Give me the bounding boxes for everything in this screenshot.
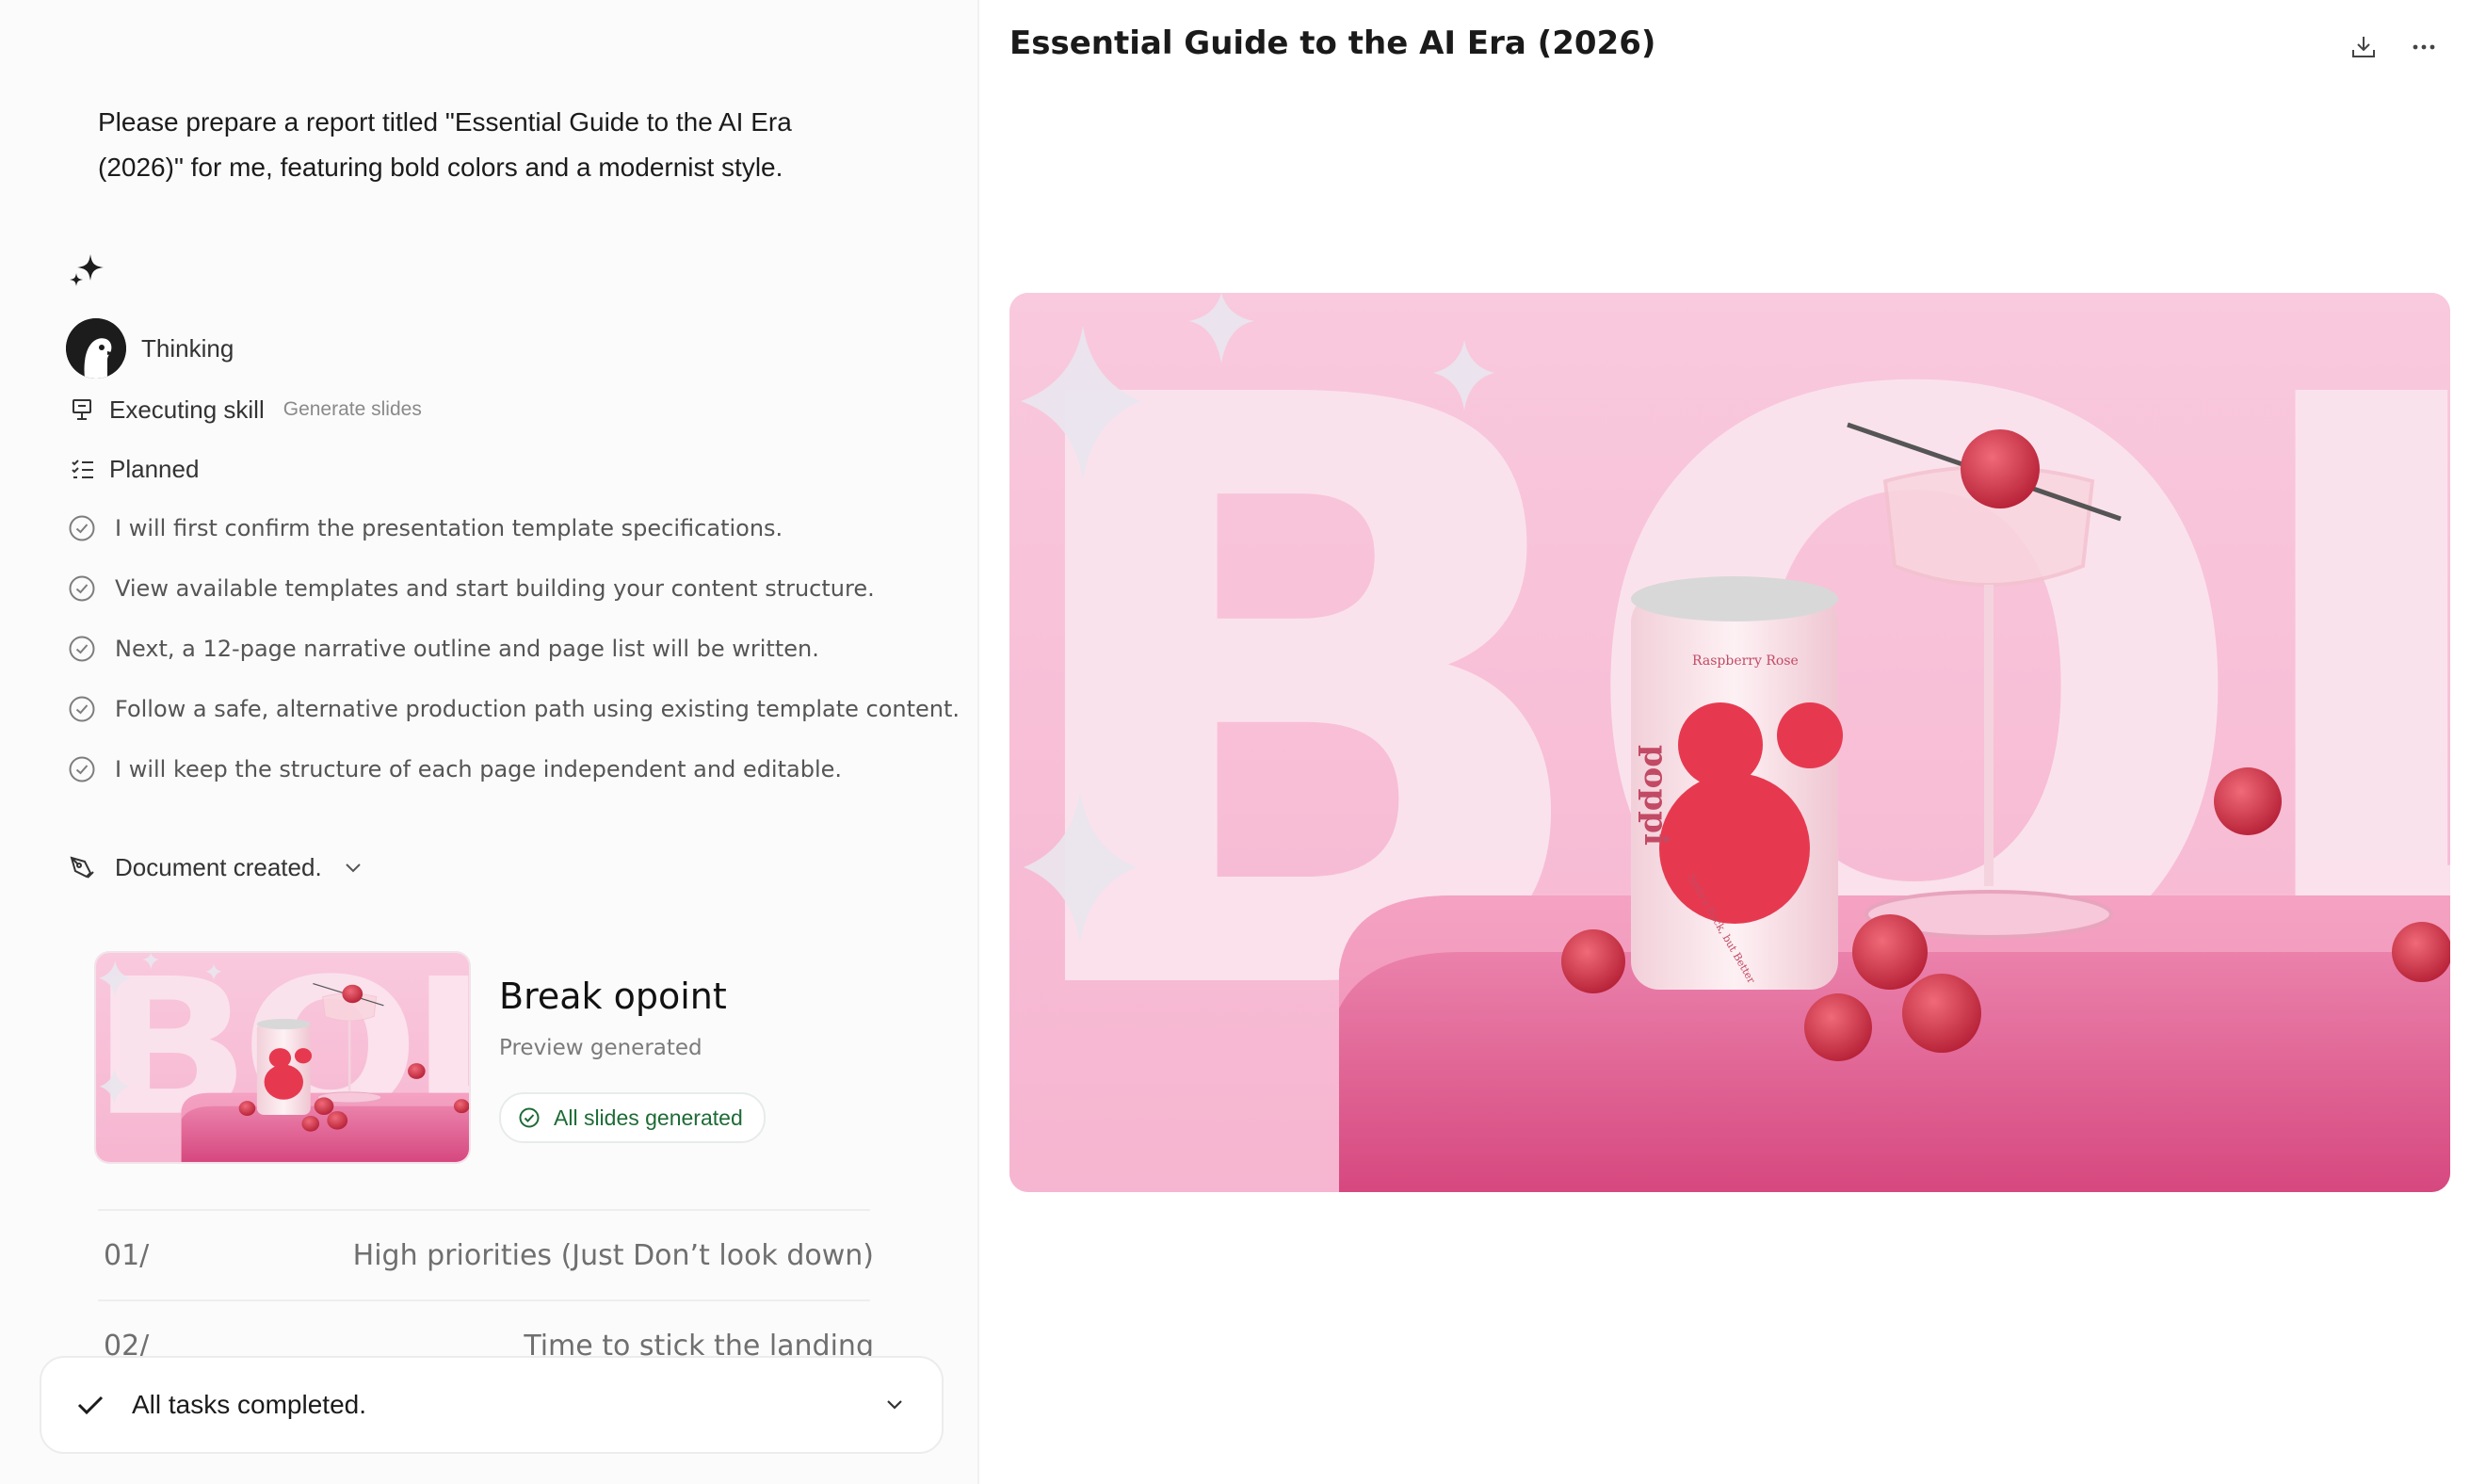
check-circle-icon — [69, 515, 95, 541]
check-circle-icon — [519, 1107, 540, 1128]
download-button[interactable] — [2341, 24, 2386, 70]
planned-row: Planned — [68, 454, 199, 484]
plan-item-text: I will keep the structure of each page i… — [115, 756, 843, 782]
checkmark-icon — [77, 1395, 104, 1415]
executing-skill-row: Executing skill Generate slides — [68, 395, 422, 425]
plan-item: I will first confirm the presentation te… — [68, 514, 783, 542]
plan-item: I will keep the structure of each page i… — [68, 755, 842, 783]
presentation-icon — [68, 395, 98, 425]
chevron-down-icon — [345, 863, 361, 872]
task-status-bar[interactable]: All tasks completed. — [40, 1356, 944, 1454]
divider — [98, 1209, 870, 1211]
plan-item-text: Next, a 12-page narrative outline and pa… — [115, 636, 819, 662]
executing-detail: Generate slides — [282, 398, 422, 420]
plan-item-text: I will first confirm the presentation te… — [115, 515, 783, 541]
plan-item: Next, a 12-page narrative outline and pa… — [68, 635, 819, 663]
planned-label: Planned — [109, 454, 200, 483]
thinking-row[interactable]: Thinking — [66, 318, 234, 379]
can-flavor: Raspberry Rose — [1692, 653, 1799, 669]
document-viewer: Essential Guide to the AI Era (2026) Ras… — [979, 0, 2486, 1484]
more-icon — [2413, 44, 2435, 50]
outline-title: High priorities (Just Don’t look down) — [352, 1239, 874, 1272]
document-created-toggle[interactable]: Document created. — [68, 853, 365, 882]
checklist-icon — [68, 454, 98, 484]
plan-item-text: View available templates and start build… — [115, 575, 875, 602]
plan-item: View available templates and start build… — [68, 574, 875, 603]
check-circle-icon — [69, 575, 95, 602]
more-options-button[interactable] — [2401, 24, 2446, 70]
slide-artwork: BOLD — [1009, 293, 2450, 1192]
thinking-label: Thinking — [141, 333, 234, 363]
outline-number: 01/ — [104, 1239, 150, 1272]
check-circle-icon — [69, 756, 95, 782]
check-circle-icon — [69, 636, 95, 662]
status-badge: All slides generated — [499, 1092, 766, 1143]
badge-label: All slides generated — [554, 1105, 743, 1130]
plan-item: Follow a safe, alternative production pa… — [68, 695, 960, 723]
plan-item-text: Follow a safe, alternative production pa… — [115, 696, 960, 722]
can-brand: poppi — [1637, 745, 1674, 846]
check-circle-icon — [69, 696, 95, 722]
card-subtitle: Preview generated — [499, 1036, 702, 1060]
avatar — [66, 318, 126, 379]
task-status-label: All tasks completed. — [132, 1390, 366, 1419]
chat-panel: Please prepare a report titled "Essentia… — [0, 0, 977, 1484]
pen-tool-icon — [70, 856, 94, 879]
chevron-down-icon — [887, 1400, 902, 1410]
download-icon — [2352, 37, 2375, 57]
document-created-label: Document created. — [115, 853, 322, 881]
sparkle-icon — [70, 254, 104, 286]
document-title: Essential Guide to the AI Era (2026) — [1009, 24, 1656, 62]
user-prompt: Please prepare a report titled "Essentia… — [98, 107, 792, 182]
executing-label: Executing skill — [109, 395, 265, 424]
outline-item[interactable]: 01/ High priorities (Just Don’t look dow… — [104, 1239, 874, 1272]
card-title[interactable]: Break opoint — [499, 976, 727, 1017]
slide-thumbnail[interactable] — [96, 953, 469, 1162]
slide-preview[interactable]: BOLD — [1009, 293, 2450, 1192]
divider — [98, 1299, 870, 1301]
